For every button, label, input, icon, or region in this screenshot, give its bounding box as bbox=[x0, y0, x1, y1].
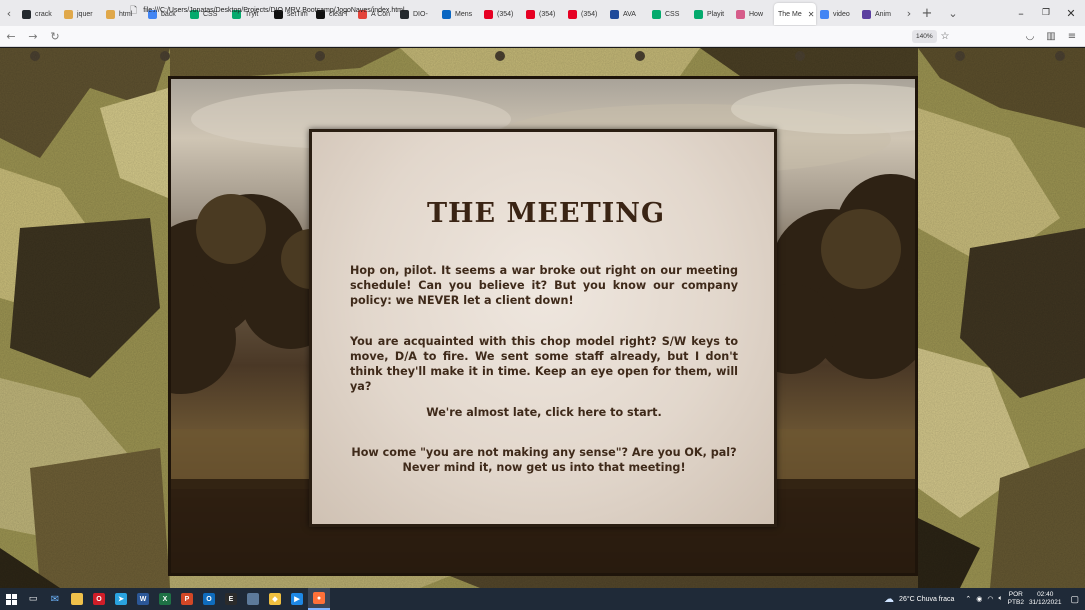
epic-games-icon: E bbox=[225, 593, 237, 605]
menu-icon[interactable]: ≡ bbox=[1062, 26, 1082, 47]
tab-scroll-left-icon[interactable]: ‹ bbox=[0, 0, 18, 26]
library-icon[interactable]: ▥ bbox=[1041, 26, 1061, 47]
tab-label: jquer bbox=[77, 10, 93, 18]
vscode-icon: ▶ bbox=[291, 593, 303, 605]
git-icon: ◆ bbox=[269, 593, 281, 605]
notifications-icon[interactable]: ▢ bbox=[1070, 594, 1079, 605]
bookmark-star-icon[interactable]: ☆ bbox=[935, 26, 955, 47]
weather-icon[interactable]: ☁ bbox=[884, 594, 894, 605]
language-code: POR bbox=[1008, 591, 1023, 598]
intro-paragraph: Hop on, pilot. It seems a war broke out … bbox=[350, 264, 738, 307]
outlook-icon: O bbox=[203, 593, 215, 605]
file-explorer-icon bbox=[71, 593, 83, 605]
pocket-icon[interactable]: ◡ bbox=[1020, 26, 1040, 47]
clock-date: 31/12/2021 bbox=[1028, 599, 1062, 606]
mail-icon[interactable]: ✉ bbox=[44, 588, 66, 610]
firefox-icon: ● bbox=[313, 592, 325, 604]
page-icon: 🗋 bbox=[130, 4, 138, 15]
closing-line-1: How come "you are not making any sense"?… bbox=[351, 446, 737, 459]
back-button[interactable]: ← bbox=[0, 26, 22, 47]
app-icon bbox=[247, 593, 259, 605]
language-indicator[interactable]: POR PTB2 bbox=[1008, 591, 1024, 607]
clock[interactable]: 02:40 31/12/2021 bbox=[1029, 591, 1062, 607]
start-link[interactable]: We're almost late, click here to start. bbox=[350, 405, 738, 420]
word-icon: W bbox=[137, 593, 149, 605]
url-text[interactable]: file:///C:/Users/Jonatas/Desktop/Project… bbox=[143, 7, 404, 14]
taskbar-app[interactable]: ▶ bbox=[286, 588, 308, 610]
taskbar-app[interactable]: W bbox=[132, 588, 154, 610]
telegram-icon: ➤ bbox=[115, 593, 127, 605]
powerpoint-icon: P bbox=[181, 593, 193, 605]
tray-chevron-up-icon[interactable]: ⌃ bbox=[965, 595, 971, 603]
opera-icon: O bbox=[93, 593, 105, 605]
close-window-button[interactable]: ✕ bbox=[1056, 0, 1085, 26]
address-bar[interactable]: 🗋 file:///C:/Users/Jonatas/Desktop/Proje… bbox=[130, 3, 958, 18]
tab-label: crack bbox=[35, 10, 52, 18]
taskbar-app[interactable]: O bbox=[88, 588, 110, 610]
weather-text[interactable]: 26°C Chuva fraca bbox=[899, 596, 954, 603]
pencil-icon bbox=[64, 9, 73, 19]
wifi-icon[interactable]: ◠ bbox=[987, 595, 993, 603]
taskbar-apps: O ➤ W X P O E ◆ ▶ ● bbox=[66, 588, 330, 610]
page-viewport: THE MEETING Hop on, pilot. It seems a wa… bbox=[0, 48, 1085, 588]
excel-icon: X bbox=[159, 593, 171, 605]
taskbar-app[interactable]: ➤ bbox=[110, 588, 132, 610]
taskbar-app[interactable]: E bbox=[220, 588, 242, 610]
start-button[interactable] bbox=[0, 588, 22, 610]
zoom-level-badge[interactable]: 140% bbox=[912, 30, 937, 43]
taskbar-app[interactable] bbox=[242, 588, 264, 610]
taskbar-app[interactable] bbox=[66, 588, 88, 610]
pencil-icon bbox=[106, 9, 115, 19]
clock-time: 02:40 bbox=[1037, 591, 1054, 598]
controls-paragraph: You are acquainted with this chop model … bbox=[350, 335, 738, 393]
taskbar-app[interactable]: ● bbox=[308, 588, 330, 610]
browser-tab[interactable]: jquer bbox=[60, 3, 102, 25]
taskbar-app[interactable]: X bbox=[154, 588, 176, 610]
volume-icon[interactable]: 🔈︎ bbox=[998, 595, 1002, 603]
keyboard-layout: PTB2 bbox=[1007, 599, 1024, 606]
story-panel: THE MEETING Hop on, pilot. It seems a wa… bbox=[309, 129, 777, 527]
windows-logo-icon bbox=[5, 593, 17, 605]
closing-line-2: Never mind it, now get us into that meet… bbox=[402, 461, 686, 474]
taskbar-app[interactable]: ◆ bbox=[264, 588, 286, 610]
reload-button[interactable]: ↻ bbox=[44, 26, 66, 47]
github-icon bbox=[22, 9, 31, 19]
task-view-button[interactable]: ▭ bbox=[22, 588, 44, 610]
page-title: THE MEETING bbox=[426, 198, 666, 229]
browser-tab[interactable]: crack bbox=[18, 3, 60, 25]
system-tray: ☁ 26°C Chuva fraca ⌃ ◉ ◠ 🔈︎ POR PTB2 02:… bbox=[884, 588, 1085, 610]
taskbar: ▭ ✉ O ➤ W X P O E ◆ ▶ ● ☁ 26°C Chuva fraca ⌃ ◉ ◠ … bbox=[0, 588, 1085, 610]
taskbar-app[interactable]: P bbox=[176, 588, 198, 610]
forward-button[interactable]: → bbox=[22, 26, 44, 47]
network-icon[interactable]: ◉ bbox=[976, 595, 982, 603]
taskbar-app[interactable]: O bbox=[198, 588, 220, 610]
